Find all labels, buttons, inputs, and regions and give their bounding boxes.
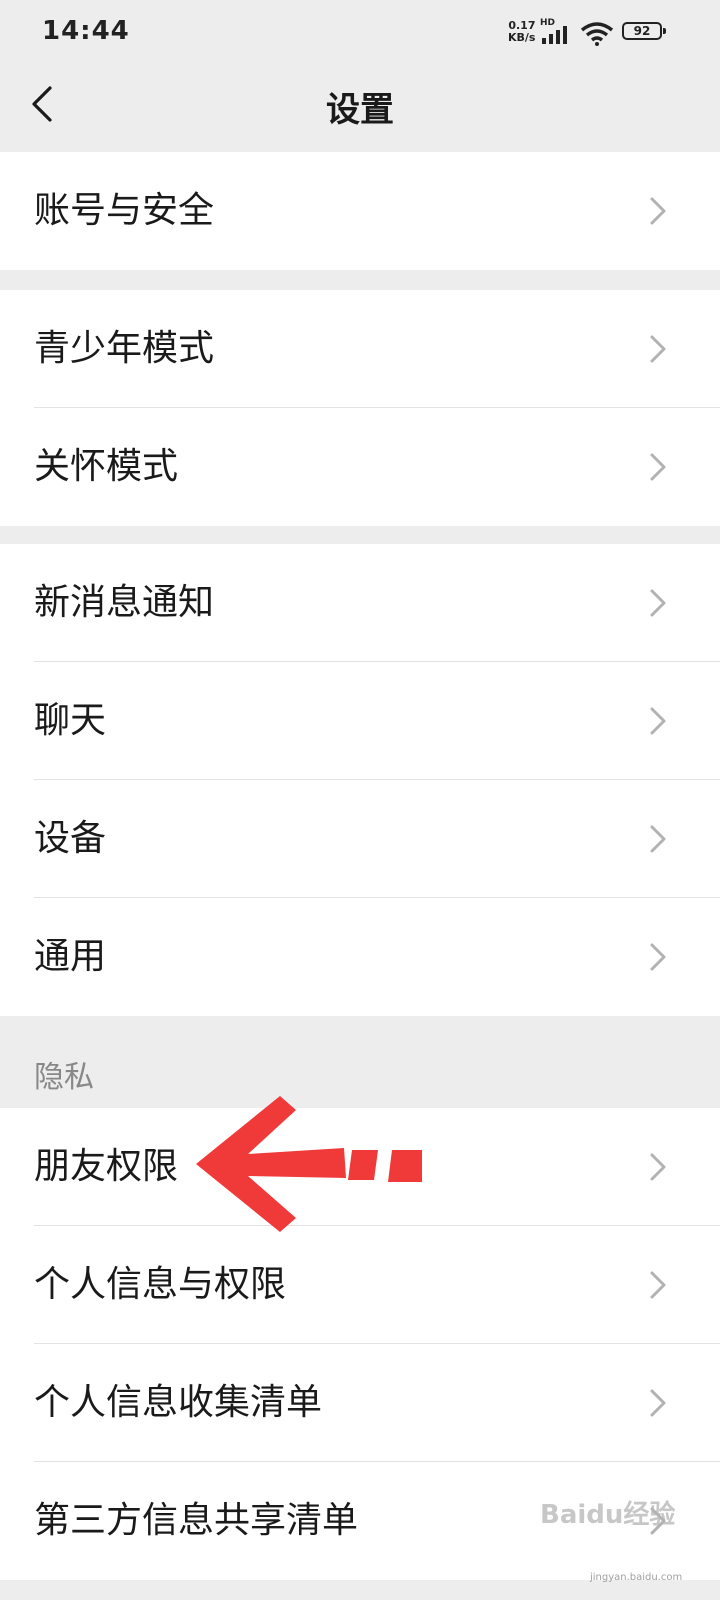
watermark-logo: Baidu经验 bbox=[540, 1500, 676, 1530]
chevron-right-icon bbox=[650, 707, 666, 735]
settings-item-label: 通用 bbox=[34, 936, 107, 977]
settings-group-general: 新消息通知 聊天 设备 通用 bbox=[0, 544, 720, 1016]
chevron-right-icon bbox=[650, 589, 666, 617]
settings-item-label: 关怀模式 bbox=[34, 446, 179, 487]
chevron-right-icon bbox=[650, 453, 666, 481]
chevron-right-icon bbox=[650, 335, 666, 363]
settings-group-modes: 青少年模式 关怀模式 bbox=[0, 290, 720, 526]
page-title: 设置 bbox=[326, 90, 394, 130]
settings-item-notifications[interactable]: 新消息通知 bbox=[0, 544, 720, 662]
settings-item-label: 朋友权限 bbox=[34, 1146, 179, 1187]
settings-item-care-mode[interactable]: 关怀模式 bbox=[0, 408, 720, 526]
settings-group-account: 账号与安全 bbox=[0, 152, 720, 270]
settings-item-personal-info-permissions[interactable]: 个人信息与权限 bbox=[0, 1226, 720, 1344]
section-title: 隐私 bbox=[34, 1060, 94, 1095]
status-bar: 14:44 0.17 KB/s HD 92 bbox=[0, 0, 720, 64]
annotation-arrow-icon bbox=[196, 1096, 422, 1232]
navigation-bar: 设置 bbox=[0, 64, 720, 152]
chevron-right-icon bbox=[650, 1153, 666, 1181]
chevron-right-icon bbox=[650, 1271, 666, 1299]
watermark-url: jingyan.baidu.com bbox=[590, 1572, 683, 1583]
settings-item-label: 设备 bbox=[34, 818, 107, 859]
settings-item-label: 个人信息与权限 bbox=[34, 1264, 287, 1305]
status-time: 14:44 bbox=[42, 16, 130, 46]
wifi-icon bbox=[580, 22, 614, 46]
chevron-right-icon bbox=[650, 1389, 666, 1417]
settings-item-general[interactable]: 通用 bbox=[0, 898, 720, 1016]
settings-item-label: 账号与安全 bbox=[34, 190, 215, 231]
settings-item-chat[interactable]: 聊天 bbox=[0, 662, 720, 780]
settings-item-label: 青少年模式 bbox=[34, 328, 215, 369]
network-speed: 0.17 KB/s bbox=[508, 20, 535, 44]
settings-item-teen-mode[interactable]: 青少年模式 bbox=[0, 290, 720, 408]
settings-item-label: 第三方信息共享清单 bbox=[34, 1500, 359, 1541]
battery-indicator: 92 bbox=[622, 22, 666, 40]
signal-icon bbox=[542, 26, 567, 44]
settings-item-label: 新消息通知 bbox=[34, 582, 215, 623]
chevron-right-icon bbox=[650, 825, 666, 853]
battery-level: 92 bbox=[633, 24, 651, 38]
settings-item-info-collection-list[interactable]: 个人信息收集清单 bbox=[0, 1344, 720, 1462]
network-speed-unit: KB/s bbox=[508, 31, 536, 44]
chevron-right-icon bbox=[650, 197, 666, 225]
settings-item-label: 个人信息收集清单 bbox=[34, 1382, 323, 1423]
chevron-right-icon bbox=[650, 943, 666, 971]
settings-item-devices[interactable]: 设备 bbox=[0, 780, 720, 898]
settings-item-label: 聊天 bbox=[34, 700, 107, 741]
settings-item-account-security[interactable]: 账号与安全 bbox=[0, 152, 720, 270]
